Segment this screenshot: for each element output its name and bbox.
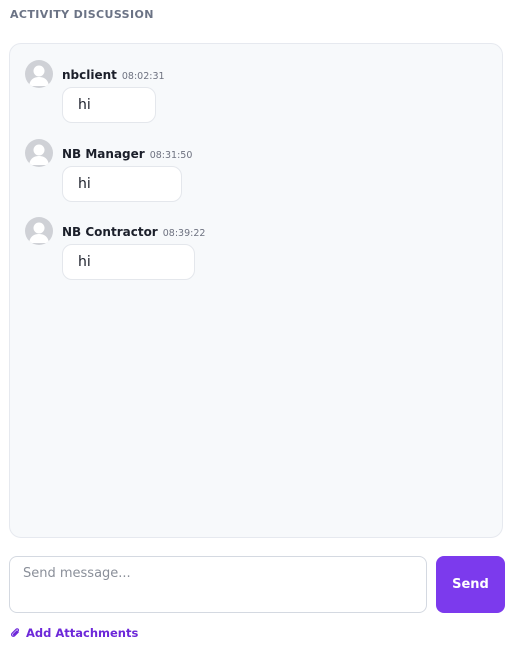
message-time: 08:31:50 bbox=[149, 150, 193, 161]
activity-discussion-title: ACTIVITY DISCUSSION bbox=[10, 8, 154, 21]
add-attachments-label: Add Attachments bbox=[26, 626, 139, 640]
discussion-message-list[interactable]: nbclient 08:02:31 hi NB Manager 08:31:50 h… bbox=[9, 43, 503, 538]
message-bubble: hi bbox=[62, 87, 156, 123]
message-author: NB Contractor bbox=[62, 225, 158, 239]
message-meta: NB Manager 08:31:50 bbox=[62, 143, 192, 162]
message-author: nbclient bbox=[62, 68, 117, 82]
send-button[interactable]: Send bbox=[436, 556, 505, 613]
add-attachments-link[interactable]: Add Attachments bbox=[10, 626, 138, 640]
message-bubble: hi bbox=[62, 244, 195, 280]
message-time: 08:39:22 bbox=[162, 228, 206, 239]
user-avatar-icon bbox=[25, 60, 53, 88]
user-avatar-icon bbox=[25, 217, 53, 245]
message-time: 08:02:31 bbox=[121, 71, 165, 82]
paperclip-icon bbox=[10, 628, 20, 637]
message-meta: NB Contractor 08:39:22 bbox=[62, 221, 205, 240]
message-author: NB Manager bbox=[62, 147, 145, 161]
message-bubble: hi bbox=[62, 166, 182, 202]
message-input[interactable]: Send message... bbox=[9, 556, 427, 613]
user-avatar-icon bbox=[25, 139, 53, 167]
message-meta: nbclient 08:02:31 bbox=[62, 64, 165, 83]
message-input-placeholder: Send message... bbox=[23, 566, 131, 581]
